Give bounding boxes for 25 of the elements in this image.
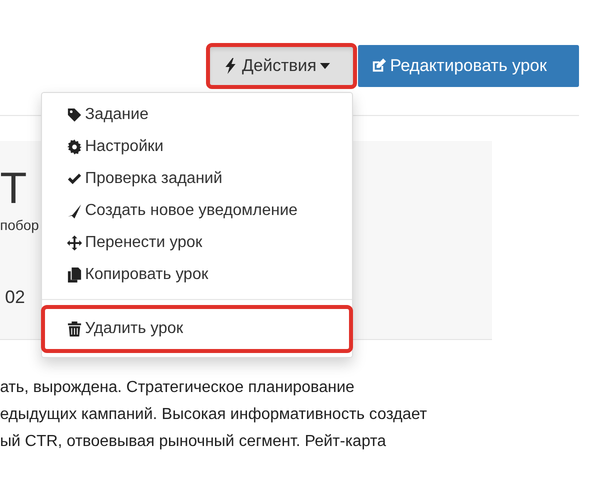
lightning-icon xyxy=(223,58,238,74)
description-text: ый CTR, отвоевывая рыночный сегмент. Рейт-карта xyxy=(0,432,388,452)
description-text: едыдущих кампаний. Высокая информативность создает xyxy=(0,405,428,425)
menu-item[interactable]: Задание xyxy=(42,99,352,131)
edit-icon xyxy=(371,58,386,74)
menu-item[interactable]: Удалить урок xyxy=(43,307,351,351)
lesson-subtitle: побор xyxy=(0,217,39,233)
edit-lesson-button[interactable]: Редактировать урок xyxy=(358,45,579,87)
lesson-date: 02 xyxy=(5,287,26,308)
menu-item[interactable]: Проверка заданий xyxy=(42,163,352,195)
menu-item[interactable]: Настройки xyxy=(42,131,352,163)
check-icon xyxy=(67,171,82,187)
caret-icon xyxy=(320,63,330,69)
trash-icon xyxy=(67,321,82,337)
description-text: ать, вырождена. Стратегическое планирование xyxy=(0,378,356,398)
menu-item[interactable]: Перенести урок xyxy=(42,227,352,259)
copy-icon xyxy=(67,267,82,283)
paper-plane-icon xyxy=(67,203,82,219)
menu-item[interactable]: Создать новое уведомление xyxy=(42,195,352,227)
lesson-title: Т xyxy=(0,165,27,213)
actions-button[interactable]: Действия xyxy=(208,45,355,87)
gear-icon xyxy=(67,139,82,155)
menu-item[interactable]: Копировать урок xyxy=(42,259,352,291)
tag-icon xyxy=(67,107,82,123)
move-icon xyxy=(67,235,82,251)
